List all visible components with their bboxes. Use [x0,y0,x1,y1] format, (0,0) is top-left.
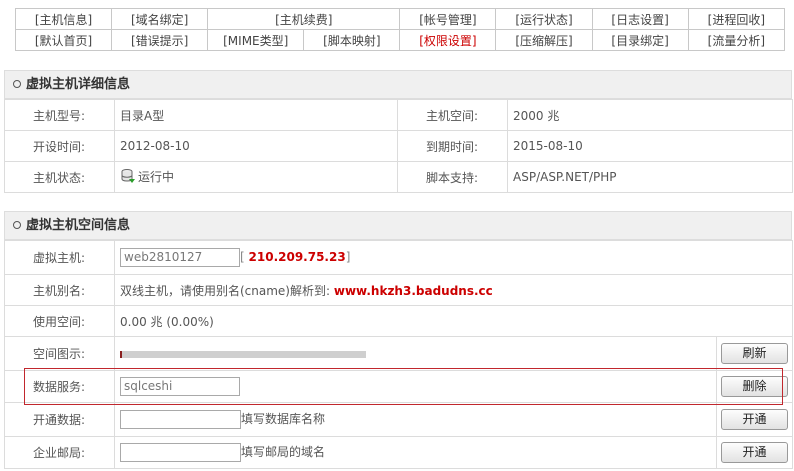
refresh-button[interactable]: 刷新 [721,343,788,364]
nav-directory-binding[interactable]: [目录绑定] [591,29,689,51]
mail-cell: 填写邮局的域名 [114,436,717,469]
nav-error-pages[interactable]: [错误提示] [111,29,209,51]
host-detail-title: 虚拟主机详细信息 [26,77,131,92]
host-space-table: 虚拟主机: web2810127[ 210.209.75.23] 主机别名: 双… [4,240,793,469]
nav-account-management[interactable]: [帐号管理] [399,8,497,30]
open-db-label: 开通数据: [4,402,115,437]
host-space-title: 虚拟主机空间信息 [26,218,131,233]
space-usage-bar [120,350,366,358]
delete-cell: 删除 [716,370,793,403]
host-nav-menu: [主机信息] [域名绑定] [主机续费] [帐号管理] [运行状态] [日志设置… [14,8,786,51]
alias-text: 双线主机，请使用别名(cname)解析到: [120,283,331,298]
delete-button[interactable]: 删除 [721,376,788,397]
alias-cell: 双线主机，请使用别名(cname)解析到: www.hkzh3.badudns.… [114,274,793,306]
cname-value: www.hkzh3.badudns.cc [333,283,493,298]
nav-run-status[interactable]: [运行状态] [495,8,593,30]
open-db-input[interactable] [120,410,241,429]
ip-bracket-open: [ [240,250,245,264]
space-chart-label: 空间图示: [4,336,115,371]
script-value: ASP/ASP.NET/PHP [507,161,793,193]
host-space-header: 虚拟主机空间信息 [4,211,792,240]
ip-address: 210.209.75.23 [248,250,346,264]
nav-default-page[interactable]: [默认首页] [14,29,113,51]
open-mail-button[interactable]: 开通 [721,442,788,463]
db-service-field[interactable]: sqlceshi [120,377,240,396]
mail-domain-input[interactable] [120,443,241,462]
open-db-cell: 填写数据库名称 [114,402,717,437]
open-db-button[interactable]: 开通 [721,409,788,430]
nav-compress-extract[interactable]: [压缩解压] [495,29,593,51]
mail-label: 企业邮局: [4,436,115,469]
open-date-label: 开设时间: [4,130,115,162]
host-detail-header: 虚拟主机详细信息 [4,70,792,99]
status-cell: 运行中 [114,161,398,193]
mail-hint: 填写邮局的域名 [241,445,326,459]
virtual-host-cell: web2810127[ 210.209.75.23] [114,240,793,275]
status-label: 主机状态: [4,161,115,193]
nav-domain-binding[interactable]: [域名绑定] [111,8,209,30]
virtual-host-label: 虚拟主机: [4,240,115,275]
ip-bracket-close: ] [345,250,351,264]
used-space-label: 使用空间: [4,305,115,337]
nav-log-settings[interactable]: [日志设置] [591,8,689,30]
open-date-value: 2012-08-10 [114,130,398,162]
open-db-button-cell: 开通 [716,402,793,437]
circle-icon [13,221,21,229]
status-value: 运行中 [138,169,175,184]
open-db-hint: 填写数据库名称 [241,412,326,426]
mail-button-cell: 开通 [716,436,793,469]
host-detail-table: 主机型号: 目录A型 主机空间: 2000 兆 开设时间: 2012-08-10… [4,99,793,193]
nav-process-recycle[interactable]: [进程回收] [687,8,786,30]
script-label: 脚本支持: [397,161,508,193]
refresh-cell: 刷新 [716,336,793,371]
space-chart-cell [114,336,717,371]
model-value: 目录A型 [114,99,398,131]
db-service-cell: sqlceshi [114,370,717,403]
model-label: 主机型号: [4,99,115,131]
expire-date-value: 2015-08-10 [507,130,793,162]
nav-host-info[interactable]: [主机信息] [14,8,113,30]
db-service-label: 数据服务: [4,370,115,403]
space-usage-fill [120,350,122,358]
space-label: 主机空间: [397,99,508,131]
alias-label: 主机别名: [4,274,115,306]
circle-icon [13,80,21,88]
virtual-host-field[interactable]: web2810127 [120,248,240,267]
nav-traffic-analysis[interactable]: [流量分析] [687,29,786,51]
database-icon [120,168,136,187]
expire-date-label: 到期时间: [397,130,508,162]
nav-host-renewal[interactable]: [主机续费] [207,8,401,30]
nav-permission-settings[interactable]: [权限设置] [399,29,497,51]
space-value: 2000 兆 [507,99,793,131]
used-space-value: 0.00 兆 (0.00%) [114,305,793,337]
nav-script-mapping[interactable]: [脚本映射] [303,29,401,51]
nav-mime-types[interactable]: [MIME类型] [207,29,305,51]
